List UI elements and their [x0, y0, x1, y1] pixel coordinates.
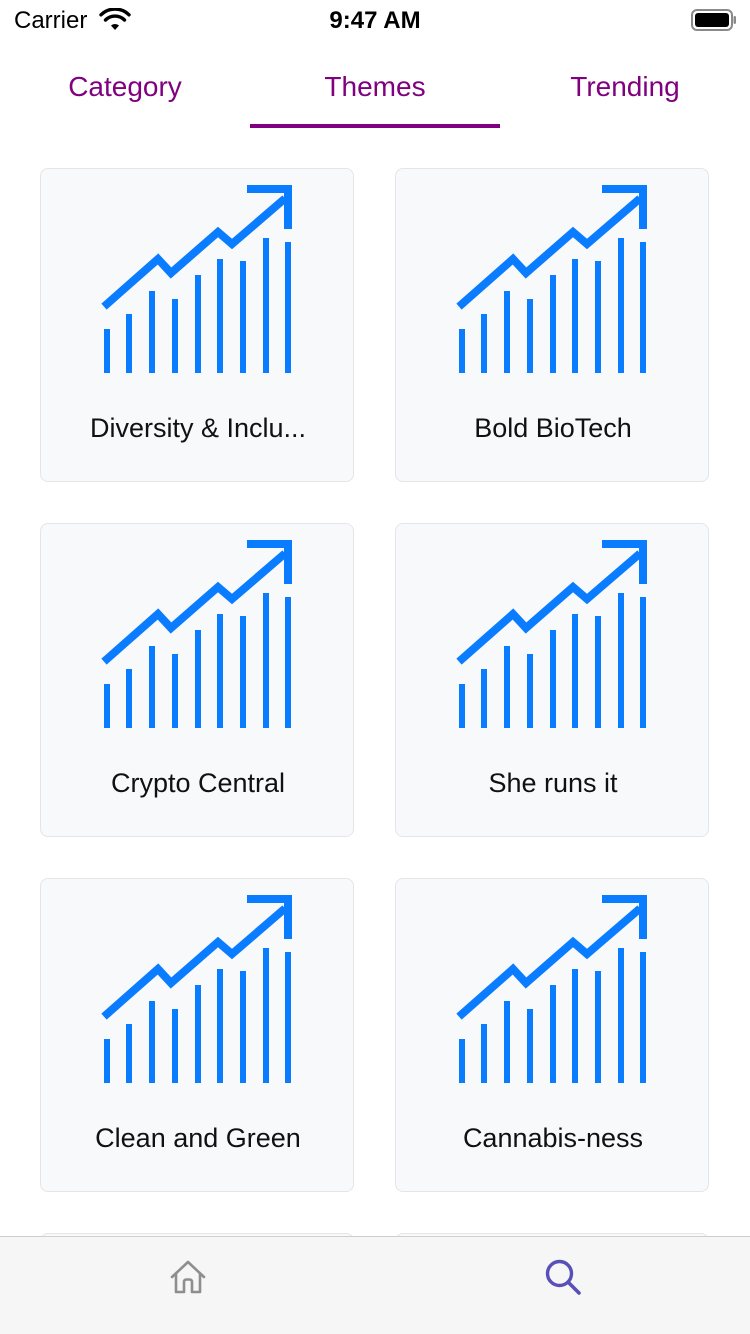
growth-chart-icon [101, 895, 295, 1089]
theme-card-label: Diversity & Inclu... [89, 413, 307, 443]
theme-card[interactable]: Diversity & Inclu... [40, 168, 354, 482]
segment-tabs: Category Themes Trending [0, 48, 750, 130]
theme-card[interactable]: Crypto Central [40, 523, 354, 837]
growth-chart-icon [456, 540, 650, 734]
growth-chart-icon [101, 185, 295, 379]
home-icon [170, 1260, 205, 1294]
theme-card[interactable]: Bold BioTech [395, 168, 709, 482]
theme-card-label: Crypto Central [110, 768, 286, 798]
growth-chart-icon [101, 540, 295, 734]
growth-chart-icon [456, 185, 650, 379]
search-icon [545, 1259, 581, 1295]
theme-card[interactable]: Clean and Green [40, 878, 354, 1192]
tab-trending[interactable]: Trending [500, 48, 750, 126]
growth-chart-icon [456, 895, 650, 1089]
tab-themes[interactable]: Themes [250, 48, 500, 126]
clock: 9:47 AM [329, 7, 421, 34]
battery-icon [691, 9, 736, 31]
search-tab[interactable] [375, 1237, 750, 1317]
tab-category[interactable]: Category [0, 48, 250, 126]
theme-card-label: Clean and Green [95, 1123, 301, 1153]
home-tab[interactable] [0, 1237, 375, 1317]
selected-tab-indicator [250, 124, 500, 128]
bottom-tab-bar [0, 1236, 750, 1334]
status-bar: Carrier 9:47 AM [0, 0, 750, 40]
theme-card[interactable]: Cannabis-ness [395, 878, 709, 1192]
theme-card-label: Bold BioTech [474, 413, 632, 443]
theme-card-label: Cannabis-ness [462, 1123, 644, 1153]
theme-card[interactable]: She runs it [395, 523, 709, 837]
theme-card-label: She runs it [488, 768, 618, 798]
